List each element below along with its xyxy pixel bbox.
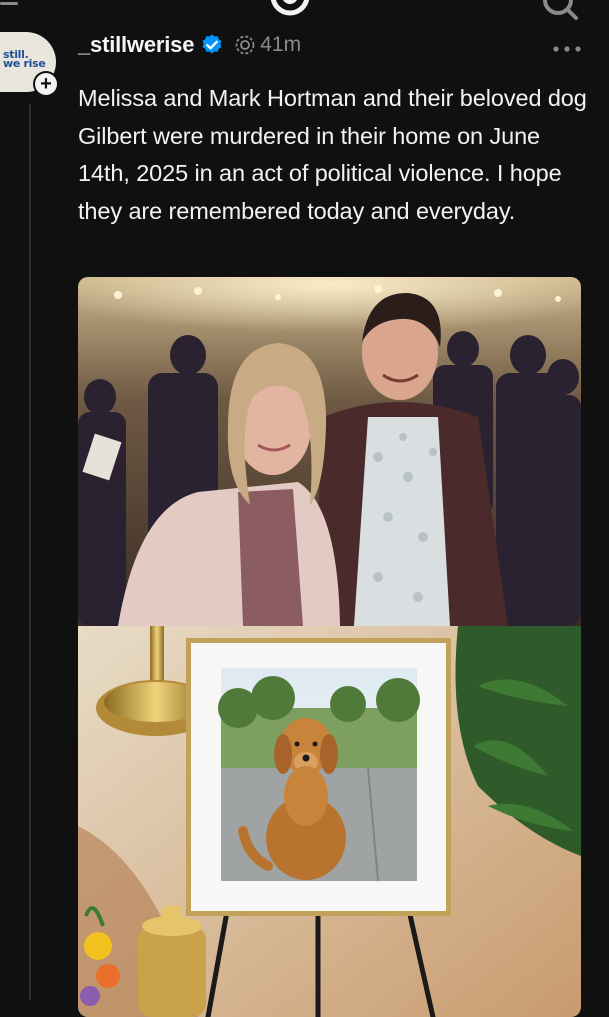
- plus-icon: +: [35, 73, 57, 95]
- avatar-logo-text: still. we rise: [3, 48, 46, 70]
- verified-badge-icon: [202, 34, 222, 54]
- follow-button[interactable]: +: [33, 71, 59, 97]
- post-media[interactable]: [78, 277, 581, 1017]
- more-options-icon[interactable]: [552, 44, 582, 54]
- post-caption: Melissa and Mark Hortman and their belov…: [78, 85, 587, 224]
- couple-photo[interactable]: [78, 277, 581, 626]
- ai-label-icon[interactable]: [234, 34, 256, 56]
- dog-memorial-photo[interactable]: [78, 626, 581, 1017]
- thread-line: [29, 104, 31, 1000]
- menu-icon[interactable]: [0, 0, 18, 10]
- top-bar: [0, 0, 609, 24]
- post-timestamp: 41m: [260, 33, 302, 56]
- post-header: _stillwerise 41m: [78, 30, 301, 60]
- search-icon[interactable]: [540, 0, 580, 20]
- username[interactable]: _stillwerise: [78, 32, 194, 58]
- threads-logo-icon[interactable]: [269, 0, 311, 18]
